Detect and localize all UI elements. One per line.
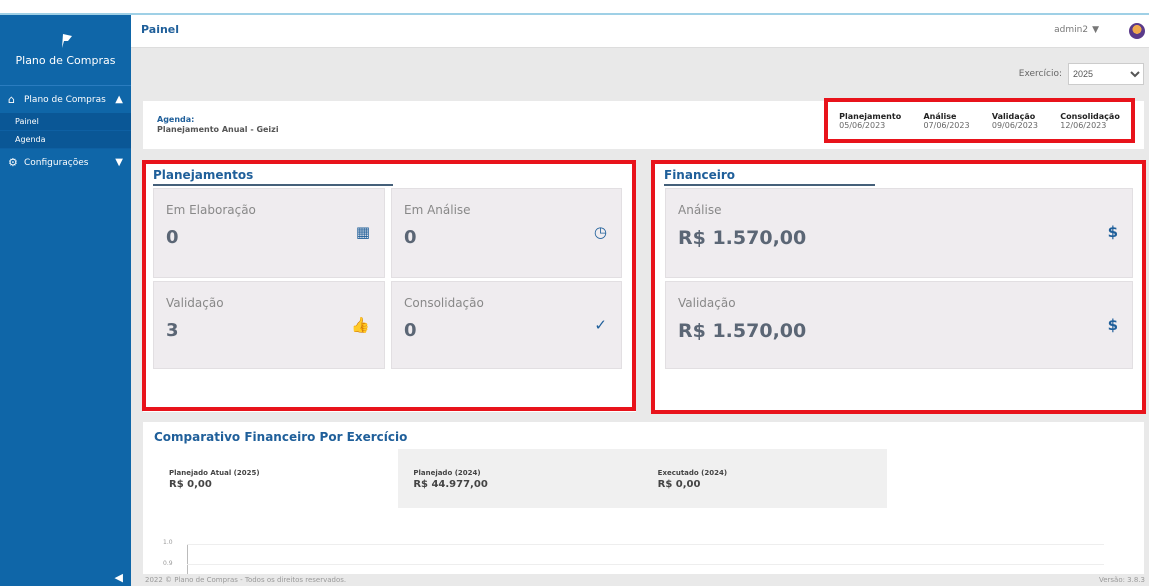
card-value: 0 [166,227,179,248]
phase-date: 12/06/2023 [1060,120,1107,130]
exercicio-select[interactable]: 2025 [1068,63,1144,85]
phase-analise: Análise 07/06/2023 [923,112,969,130]
chevron-down-icon: ▼ [115,157,123,168]
phase-date: 09/06/2023 [991,120,1038,130]
check-icon: ✓ [594,316,607,334]
card-value: R$ 1.570,00 [678,227,807,249]
logo-icon [61,33,72,48]
card-financeiro-analise[interactable]: Análise R$ 1.570,00 $ [665,188,1133,278]
card-consolidacao[interactable]: Consolidação 0 ✓ [391,281,622,369]
footer: 2022 © Plano de Compras - Todos os direi… [131,575,1149,586]
dollar-icon: $ [1107,223,1118,241]
financeiro-title: Financeiro [664,168,876,186]
comparativo-chart: 1.0 0.9 [163,539,1104,574]
card-label: Validação [678,296,736,310]
tab-label: Planejado (2024) [413,469,481,477]
card-value: 3 [166,320,179,341]
sidebar-item-agenda[interactable]: Agenda [0,131,131,149]
sidebar-item-painel[interactable]: Painel [0,113,131,131]
card-value: R$ 1.570,00 [678,320,807,342]
y-tick: 0.9 [163,560,173,567]
chevron-up-icon: ▲ [115,94,123,105]
phase-name: Validação [991,111,1036,121]
gridline [187,544,1104,545]
phase-planejamento: Planejamento 05/06/2023 [839,112,901,130]
card-label: Em Elaboração [166,203,256,217]
phase-validacao: Validação 09/06/2023 [992,112,1038,130]
tab-label: Executado (2024) [657,469,728,477]
brand: Plano de Compras [0,15,131,86]
gridline [187,564,1104,565]
agenda-phases: Planejamento 05/06/2023 Análise 07/06/20… [824,98,1135,143]
gear-icon: ⚙ [8,156,18,169]
sidebar: Plano de Compras ⌂ Plano de Compras ▲ Pa… [0,15,131,586]
collapse-sidebar-icon[interactable]: ◀ [115,571,123,584]
page-title: Painel [141,23,180,36]
dollar-icon: $ [1107,316,1118,334]
exercicio-label: Exercício: [1018,69,1062,79]
tab-value: R$ 0,00 [169,479,212,490]
card-value: 0 [404,227,417,248]
phase-name: Planejamento [839,111,902,121]
phase-date: 07/06/2023 [923,120,970,130]
card-em-analise[interactable]: Em Análise 0 ◷ [391,188,622,278]
thumbs-up-icon: 👍 [351,316,370,334]
user-menu[interactable]: admin2 ▼ [1054,25,1099,35]
planejamentos-panel: Planejamentos Em Elaboração 0 ▦ Em Análi… [143,160,636,412]
agenda-name: Planejamento Anual - Geizi [157,125,279,134]
card-em-elaboracao[interactable]: Em Elaboração 0 ▦ [153,188,385,278]
user-name: admin2 [1054,25,1089,35]
tab-executado-2024[interactable]: Executado (2024) R$ 0,00 [642,449,887,508]
card-label: Validação [166,296,224,310]
tab-planejado-atual[interactable]: Planejado Atual (2025) R$ 0,00 [154,449,399,508]
clock-icon: ◷ [593,223,607,241]
planejamentos-title: Planejamentos [153,168,394,186]
agenda-panel: Agenda: Planejamento Anual - Geizi Plane… [143,98,1144,149]
card-label: Consolidação [404,296,484,310]
phase-name: Análise [923,111,957,121]
card-validacao[interactable]: Validação 3 👍 [153,281,385,369]
card-label: Em Análise [404,203,471,217]
copyright: 2022 © Plano de Compras - Todos os direi… [145,576,347,584]
top-strip [0,0,1149,15]
tab-planejado-2024[interactable]: Planejado (2024) R$ 44.977,00 [398,449,643,508]
home-icon: ⌂ [8,93,15,106]
brand-name: Plano de Compras [15,53,116,67]
y-axis [187,544,188,574]
comparativo-panel: Comparativo Financeiro Por Exercício Pla… [143,422,1144,574]
sidebar-group-configuracoes[interactable]: ⚙ Configurações ▼ [0,149,131,176]
phase-consolidacao: Consolidação 12/06/2023 [1060,112,1120,130]
sidebar-group-label: Plano de Compras [24,94,106,105]
tab-value: R$ 44.977,00 [413,479,488,490]
comparativo-tabs: Planejado Atual (2025) R$ 0,00 Planejado… [154,449,887,508]
sidebar-group-plano[interactable]: ⌂ Plano de Compras ▲ [0,86,131,113]
tab-value: R$ 0,00 [657,479,701,490]
card-label: Análise [678,203,722,217]
y-tick: 1.0 [163,539,173,546]
avatar[interactable] [1129,23,1145,39]
exercicio-selector: Exercício: 2025 [1019,63,1144,85]
card-financeiro-validacao[interactable]: Validação R$ 1.570,00 $ [665,281,1133,369]
tab-label: Planejado Atual (2025) [169,469,260,477]
phase-name: Consolidação [1060,111,1120,121]
caret-down-icon: ▼ [1092,25,1099,35]
agenda-label: Agenda: [157,115,195,124]
phase-date: 05/06/2023 [839,120,886,130]
header: Painel admin2 ▼ [131,15,1149,48]
financeiro-panel: Financeiro Análise R$ 1.570,00 $ Validaç… [654,160,1144,412]
version: Versão: 3.8.3 [1098,576,1145,584]
card-value: 0 [404,320,417,341]
calendar-icon: ▦ [355,223,370,241]
sidebar-submenu: Painel Agenda [0,113,131,149]
sidebar-config-label: Configurações [24,157,89,168]
